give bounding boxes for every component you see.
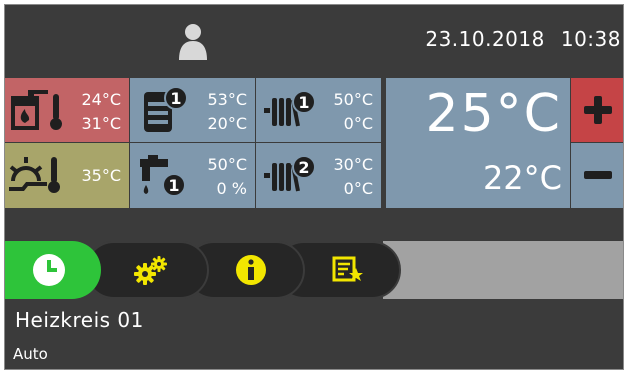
screen-frame: 23.10.2018 10:38 24°C 31°C 1 53°C 20°C 1… [4,4,624,370]
storage-1-temp-bottom: 20°C [207,114,247,133]
gears-icon [134,256,167,285]
storage-1-temp-top: 53°C [207,90,247,109]
storage-badge: 1 [170,89,181,108]
circuit-1-flow-temp: 50°C [333,90,373,109]
tab-bar [5,241,623,299]
circuit-2-return-temp: 0°C [343,179,373,198]
radiator-1-icon: 1 [264,90,316,127]
circuit-2-badge: 2 [298,158,309,177]
hot-water-badge: 1 [168,176,179,195]
heating-circuit-1-tile[interactable]: 1 50°C 0°C [256,78,381,142]
storage-1-tile[interactable]: 1 53°C 20°C [130,78,255,142]
room-temperature-panel[interactable]: 25°C 22°C [386,78,570,208]
tab-bar-track [383,241,623,299]
heating-circuit-2-tile[interactable]: 2 30°C 0°C [256,143,381,208]
boiler-tile[interactable]: 24°C 31°C [5,78,129,142]
outdoor-temp: 35°C [81,166,121,185]
time-display: 10:38 [560,27,621,51]
date-display: 23.10.2018 [425,27,545,51]
storage-1-values: 53°C 20°C [207,88,247,136]
outdoor-tile[interactable]: 35°C [5,143,129,208]
tap-1-icon: 1 [140,155,186,197]
notes-star-icon [332,256,363,282]
room-setpoint: 25°C [425,84,562,144]
increase-temp-button[interactable] [571,78,623,142]
circuit-mode[interactable]: Auto [13,345,48,363]
sun-thermometer-icon [9,157,60,193]
clock-icon [33,254,65,286]
circuit-2-flow-temp: 30°C [333,155,373,174]
outdoor-values: 35°C [81,164,121,188]
date-time: 23.10.2018 10:38 [425,27,621,51]
heating-circuit-2-values: 30°C 0°C [333,153,373,201]
boiler-temp-actual: 24°C [81,90,121,109]
circuit-1-return-temp: 0°C [343,114,373,133]
circuit-1-badge: 1 [298,93,309,112]
top-bar: 23.10.2018 10:38 [5,5,623,77]
hot-water-1-temp: 50°C [207,155,247,174]
room-actual-temp: 22°C [482,159,562,197]
info-icon [236,255,266,285]
boiler-temp-set: 31°C [81,114,121,133]
hot-water-1-values: 50°C 0 % [207,153,247,201]
boiler-values: 24°C 31°C [81,88,121,136]
storage-tank-1-icon: 1 [144,86,188,132]
decrease-temp-button[interactable] [571,143,623,208]
tab-schedule[interactable] [5,241,101,299]
hot-water-1-pump: 0 % [216,179,247,198]
radiator-2-icon: 2 [264,155,316,192]
tab-settings[interactable] [85,241,209,299]
boiler-thermometer-icon [11,90,62,130]
heating-circuit-1-values: 50°C 0°C [333,88,373,136]
hot-water-1-tile[interactable]: 1 50°C 0 % [130,143,255,208]
user-icon[interactable] [177,23,209,61]
circuit-title: Heizkreis 01 [15,308,144,332]
